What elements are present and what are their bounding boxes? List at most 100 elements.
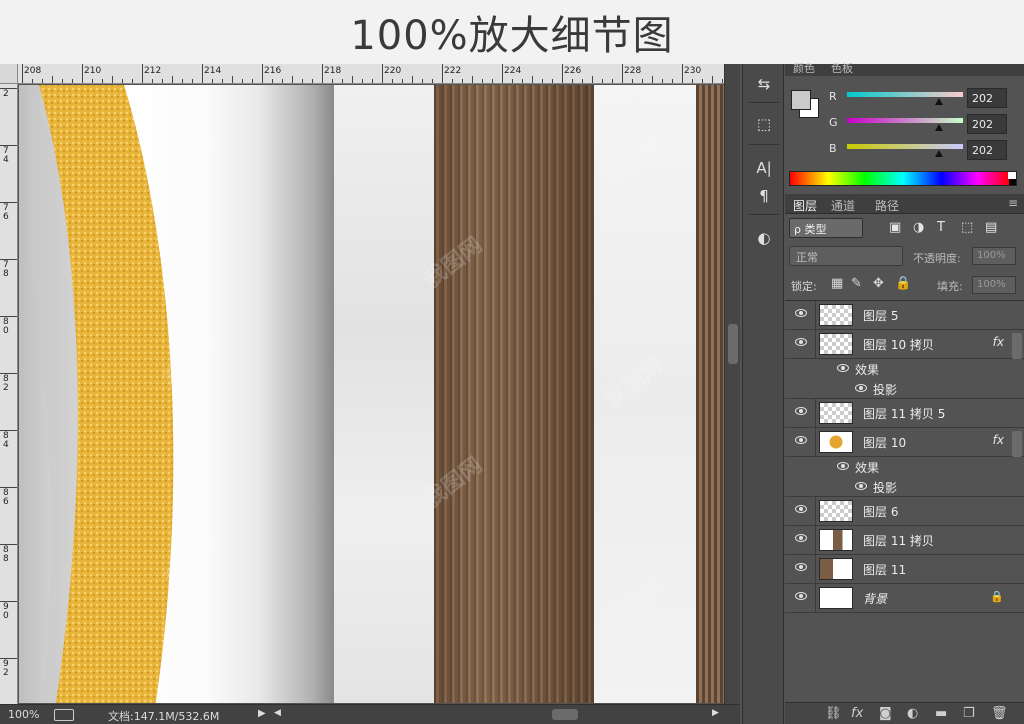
green-value-input[interactable]: 202 [967, 114, 1007, 134]
blue-slider[interactable] [847, 144, 963, 149]
blend-mode-select[interactable]: 正常 [789, 246, 903, 266]
layer-name[interactable]: 图层 11 拷贝 [863, 532, 934, 549]
effects-eye-icon[interactable] [837, 364, 849, 372]
layer-row[interactable]: 背景 🔒 [785, 584, 1024, 613]
layer-thumbnail[interactable] [819, 500, 853, 522]
ruler-minor-tick [112, 76, 113, 83]
red-value-input[interactable]: 202 [967, 88, 1007, 108]
effects-eye-icon[interactable] [837, 462, 849, 470]
3d-cube-icon[interactable]: ⬚ [751, 112, 777, 136]
adjustment-layer-icon[interactable]: ◐ [907, 706, 918, 721]
fill-input[interactable]: 100% [972, 276, 1016, 294]
red-slider-thumb[interactable] [935, 98, 943, 105]
new-group-icon[interactable]: ▬ [935, 706, 947, 721]
panel-menu-icon[interactable]: ≡ [1008, 196, 1018, 210]
scroll-right-icon[interactable]: ▶ [712, 708, 719, 718]
blue-value-input[interactable]: 202 [967, 140, 1007, 160]
layer-row[interactable]: 图层 10 fx [785, 428, 1024, 457]
vertical-scroll-thumb[interactable] [728, 324, 738, 364]
opacity-label: 不透明度: [913, 252, 961, 265]
document-canvas[interactable]: 我图网 我图网 我图网 我图网 我图网 我图网 我图网 我图网 [19, 85, 724, 703]
layer-thumbnail[interactable] [819, 431, 853, 453]
tab-paths[interactable]: 路径 [875, 197, 899, 214]
add-style-icon[interactable]: fx [851, 706, 863, 721]
layer-row[interactable]: 图层 11 拷贝 5 [785, 399, 1024, 428]
layer-filter-select[interactable]: ρ 类型 [789, 218, 863, 238]
horizontal-scroll-thumb[interactable] [552, 709, 578, 720]
visibility-eye-icon[interactable] [795, 309, 807, 317]
layer-row[interactable]: 图层 11 [785, 555, 1024, 584]
layer-name[interactable]: 图层 11 [863, 561, 906, 578]
status-menu-arrow-icon[interactable]: ▶ [258, 708, 266, 719]
effects-label[interactable]: 效果 [855, 459, 879, 476]
effect-eye-icon[interactable] [855, 384, 867, 392]
lock-paint-icon[interactable]: ✎ [851, 276, 862, 291]
layer-thumbnail[interactable] [819, 558, 853, 580]
blue-slider-thumb[interactable] [935, 150, 943, 157]
visibility-eye-icon[interactable] [795, 338, 807, 346]
layer-row[interactable]: 图层 10 拷贝 fx [785, 330, 1024, 359]
layer-thumbnail[interactable] [819, 402, 853, 424]
ruler-label: 210 [84, 66, 102, 76]
layer-name[interactable]: 背景 [863, 590, 887, 607]
paragraph-icon[interactable]: ¶ [751, 184, 777, 208]
lock-all-icon[interactable]: 🔒 [895, 276, 911, 291]
layer-effects-group[interactable]: 效果投影 [785, 359, 1024, 399]
visibility-eye-icon[interactable] [795, 436, 807, 444]
layer-name[interactable]: 图层 10 [863, 434, 906, 451]
layer-effects-group[interactable]: 效果投影 [785, 457, 1024, 497]
lock-transparent-icon[interactable]: ▦ [831, 276, 843, 291]
visibility-eye-icon[interactable] [795, 563, 807, 571]
layer-name[interactable]: 图层 5 [863, 307, 898, 324]
tab-channels[interactable]: 通道 [831, 197, 855, 214]
foreground-color-swatch[interactable] [791, 90, 811, 110]
layer-effects-icon[interactable]: fx [993, 335, 1004, 349]
layer-thumbnail[interactable] [819, 304, 853, 326]
layer-name[interactable]: 图层 11 拷贝 5 [863, 405, 945, 422]
tab-swatches[interactable]: 色板 [831, 60, 853, 76]
shape-filter-icon[interactable]: ⬚ [961, 220, 973, 235]
effect-drop-shadow-label[interactable]: 投影 [873, 381, 897, 398]
smart-object-filter-icon[interactable]: ▤ [985, 220, 997, 235]
adjustments-icon[interactable]: ◐ [751, 226, 777, 250]
character-icon[interactable]: A| [751, 156, 777, 180]
layer-effects-icon[interactable]: fx [993, 433, 1004, 447]
layer-thumbnail[interactable] [819, 333, 853, 355]
layer-name[interactable]: 图层 10 拷贝 [863, 336, 934, 353]
tab-layers[interactable]: 图层 [793, 197, 817, 214]
layer-thumbnail[interactable] [819, 587, 853, 609]
zoom-level[interactable]: 100% [8, 708, 39, 721]
history-icon[interactable]: ⇆ [751, 72, 777, 96]
effect-eye-icon[interactable] [855, 482, 867, 490]
scroll-left-icon[interactable]: ◀ [274, 708, 281, 718]
ruler-label: 8 0 [3, 317, 9, 336]
visibility-eye-icon[interactable] [795, 592, 807, 600]
lock-move-icon[interactable]: ✥ [873, 276, 884, 291]
adjustment-filter-icon[interactable]: ◑ [913, 220, 924, 235]
effects-label[interactable]: 效果 [855, 361, 879, 378]
layer-row[interactable]: 图层 5 [785, 301, 1024, 330]
green-slider[interactable] [847, 118, 963, 123]
tab-color[interactable]: 颜色 [793, 60, 815, 76]
visibility-eye-icon[interactable] [795, 505, 807, 513]
layer-thumbnail[interactable] [819, 529, 853, 551]
opacity-input[interactable]: 100% [972, 247, 1016, 265]
delete-layer-icon[interactable]: 🗑 [991, 706, 1008, 721]
type-filter-icon[interactable]: T [937, 220, 945, 235]
color-spectrum-bar[interactable] [789, 171, 1017, 186]
layer-scroll-handle[interactable] [1012, 333, 1022, 359]
new-layer-icon[interactable]: ❐ [963, 706, 975, 721]
visibility-eye-icon[interactable] [795, 534, 807, 542]
add-mask-icon[interactable]: ◙ [879, 706, 892, 721]
layer-row[interactable]: 图层 6 [785, 497, 1024, 526]
link-layers-icon[interactable]: ⛓ [825, 706, 842, 721]
visibility-eye-icon[interactable] [795, 407, 807, 415]
layer-scroll-handle[interactable] [1012, 431, 1022, 457]
green-slider-thumb[interactable] [935, 124, 943, 131]
red-slider[interactable] [847, 92, 963, 97]
pixel-filter-icon[interactable]: ▣ [889, 220, 901, 235]
canvas-vertical-scrollbar[interactable] [724, 64, 740, 704]
layer-name[interactable]: 图层 6 [863, 503, 898, 520]
effect-drop-shadow-label[interactable]: 投影 [873, 479, 897, 496]
layer-row[interactable]: 图层 11 拷贝 [785, 526, 1024, 555]
